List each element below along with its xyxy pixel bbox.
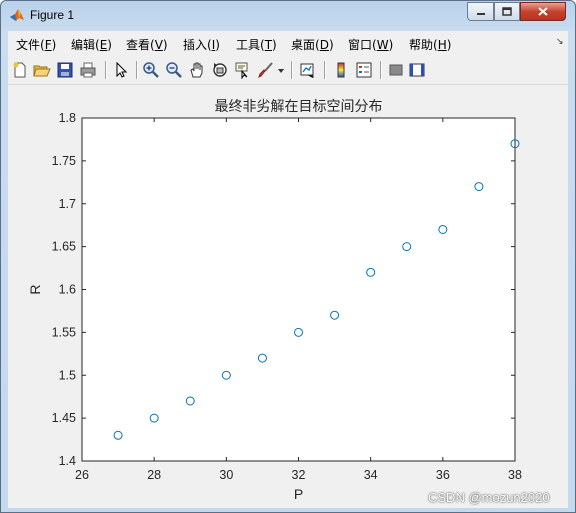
brush-dropdown-icon[interactable] <box>276 61 286 79</box>
new-figure-icon[interactable] <box>11 61 29 79</box>
y-tick-label: 1.6 <box>59 283 76 297</box>
scatter-plot[interactable]: 26 28 30 32 34 36 38 1.4 1.45 1.5 1.55 1.6 1.65 1.7 1.… <box>8 85 568 508</box>
x-tick-label: 26 <box>75 468 89 482</box>
rotate-3d-icon[interactable] <box>211 61 229 79</box>
link-plot-icon[interactable] <box>299 61 317 79</box>
y-tick-label: 1.65 <box>52 240 76 254</box>
menu-file[interactable]: 文件(F) <box>16 36 56 53</box>
toolbar-separator <box>105 61 107 79</box>
toolbar-separator <box>136 61 138 79</box>
x-tick-label: 28 <box>147 468 161 482</box>
menu-view[interactable]: 查看(V) <box>126 36 168 53</box>
close-button[interactable] <box>520 2 566 21</box>
menu-file-key: F <box>44 38 52 52</box>
x-tick-label: 32 <box>292 468 306 482</box>
menu-window-close: ) <box>388 38 394 52</box>
chart-title: 最终非劣解在目标空间分布 <box>215 99 383 115</box>
menu-tools-label: 工具( <box>236 38 265 52</box>
legend-icon[interactable] <box>355 61 373 79</box>
y-tick-label: 1.8 <box>59 111 76 125</box>
menu-window-label: 窗口( <box>348 38 377 52</box>
save-icon[interactable] <box>56 61 74 79</box>
menu-tools-close: ) <box>272 38 277 52</box>
menu-view-label: 查看( <box>126 38 155 52</box>
select-arrow-icon[interactable] <box>112 61 130 79</box>
menu-view-close: ) <box>162 38 168 52</box>
menu-insert-label: 插入( <box>183 38 212 52</box>
menu-help-label: 帮助( <box>409 38 438 52</box>
menu-view-key: V <box>154 38 163 52</box>
print-icon[interactable] <box>79 61 97 79</box>
menu-desktop-key: D <box>319 38 329 52</box>
y-tick-label: 1.45 <box>52 411 76 425</box>
x-tick-label: 36 <box>436 468 450 482</box>
maximize-icon <box>502 6 512 16</box>
brush-icon[interactable] <box>257 61 275 79</box>
matlab-logo-icon <box>10 9 24 21</box>
toolbar-separator <box>380 61 382 79</box>
colorbar-icon[interactable] <box>332 61 350 79</box>
menu-desktop[interactable]: 桌面(D) <box>291 36 334 53</box>
watermark: CSDN @mozun2020 <box>428 490 550 505</box>
menu-insert[interactable]: 插入(I) <box>183 36 220 53</box>
hide-plot-tools-icon[interactable] <box>387 61 405 79</box>
menu-help-close: ) <box>446 38 452 52</box>
y-tick-label: 1.4 <box>59 454 76 468</box>
menu-desktop-label: 桌面( <box>291 38 320 52</box>
menu-desktop-close: ) <box>328 38 334 52</box>
figure-window: Figure 1 文件(F) 编辑(E) 查看(V) 插入(I) 工具(T) 桌… <box>0 0 576 513</box>
close-icon <box>538 7 548 16</box>
client-area: 文件(F) 编辑(E) 查看(V) 插入(I) 工具(T) 桌面(D) 窗口(W… <box>8 31 568 508</box>
menu-insert-close: ) <box>215 38 220 52</box>
menu-bar: 文件(F) 编辑(E) 查看(V) 插入(I) 工具(T) 桌面(D) 窗口(W… <box>8 31 568 55</box>
y-tick-label: 1.75 <box>52 154 76 168</box>
zoom-out-icon[interactable] <box>165 61 183 79</box>
menu-edit[interactable]: 编辑(E) <box>71 36 112 53</box>
menu-dock-arrow-icon[interactable]: ↘ <box>556 37 564 47</box>
title-bar[interactable]: Figure 1 <box>1 1 575 31</box>
menu-help[interactable]: 帮助(H) <box>409 36 451 53</box>
minimize-icon <box>476 12 485 15</box>
y-tick-label: 1.5 <box>59 368 76 382</box>
menu-window[interactable]: 窗口(W) <box>348 36 393 53</box>
show-plot-tools-icon[interactable] <box>408 61 426 79</box>
menu-window-key: W <box>376 38 389 52</box>
zoom-in-icon[interactable] <box>142 61 160 79</box>
data-cursor-icon[interactable] <box>234 61 252 79</box>
menu-file-label: 文件( <box>16 38 45 52</box>
menu-help-key: H <box>437 38 447 52</box>
toolbar <box>8 56 568 85</box>
menu-tools-key: T <box>264 38 273 52</box>
window-title: Figure 1 <box>30 8 75 22</box>
x-tick-label: 34 <box>364 468 378 482</box>
menu-edit-label: 编辑( <box>71 38 100 52</box>
maximize-button[interactable] <box>494 2 520 21</box>
pan-hand-icon[interactable] <box>188 61 206 79</box>
x-tick-label: 30 <box>219 468 233 482</box>
y-axis-label: R <box>27 284 43 294</box>
axes-background <box>81 117 516 462</box>
minimize-button[interactable] <box>467 2 494 21</box>
open-file-icon[interactable] <box>33 61 51 79</box>
x-axis-label: P <box>294 486 303 502</box>
menu-tools[interactable]: 工具(T) <box>236 36 277 53</box>
menu-file-close: ) <box>51 38 57 52</box>
y-tick-label: 1.7 <box>59 197 76 211</box>
figure-canvas: 26 28 30 32 34 36 38 1.4 1.45 1.5 1.55 1.6 1.65 1.7 1.… <box>8 85 568 508</box>
x-tick-label: 38 <box>508 468 522 482</box>
y-tick-label: 1.55 <box>52 325 76 339</box>
toolbar-separator <box>324 61 326 79</box>
menu-edit-close: ) <box>107 38 112 52</box>
toolbar-separator <box>291 61 293 79</box>
